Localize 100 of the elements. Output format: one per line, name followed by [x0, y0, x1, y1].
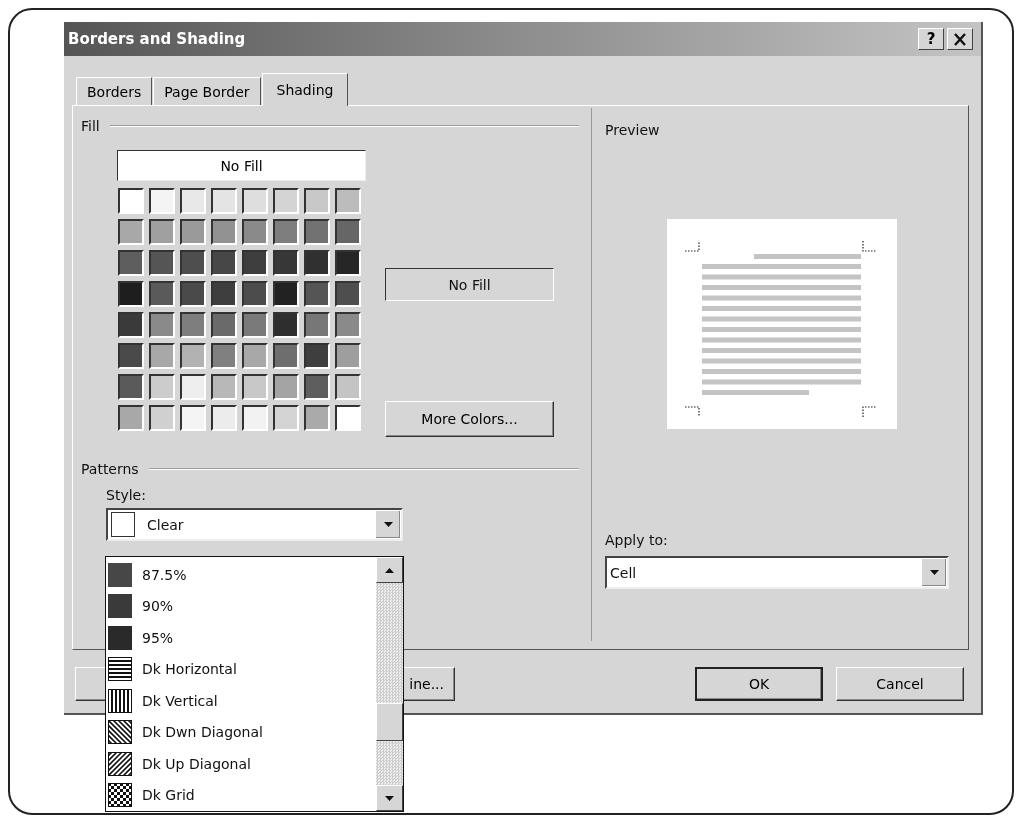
color-swatch[interactable] [180, 188, 206, 214]
pattern-swatch-icon [108, 688, 132, 713]
color-swatch[interactable] [273, 405, 299, 431]
list-item[interactable]: 95% [108, 622, 376, 654]
color-swatch[interactable] [211, 250, 237, 276]
color-swatch[interactable] [211, 188, 237, 214]
down-arrow-icon [385, 795, 394, 801]
list-item[interactable]: Dk Vertical [108, 685, 376, 717]
color-swatch[interactable] [273, 312, 299, 338]
more-colors-button[interactable]: More Colors... [385, 401, 554, 437]
color-swatch[interactable] [180, 312, 206, 338]
list-item[interactable]: 90% [108, 590, 376, 622]
no-fill-button[interactable]: No Fill [117, 150, 366, 181]
list-item[interactable]: 87.5% [108, 559, 376, 591]
current-fill-display: No Fill [385, 268, 554, 301]
color-swatch[interactable] [273, 281, 299, 307]
field-label: Style: [106, 487, 147, 503]
tab[interactable]: Shading [261, 73, 349, 106]
color-swatch[interactable] [149, 219, 175, 245]
color-swatch[interactable] [211, 343, 237, 369]
color-swatch[interactable] [242, 281, 268, 307]
color-swatch[interactable] [149, 374, 175, 400]
pattern-swatch-icon [108, 720, 132, 745]
color-swatch[interactable] [149, 188, 175, 214]
color-swatch[interactable] [242, 343, 268, 369]
color-swatch[interactable] [335, 312, 361, 338]
color-swatch[interactable] [304, 374, 330, 400]
color-swatch[interactable] [118, 250, 144, 276]
dialog-button[interactable]: Cancel [836, 667, 964, 701]
dialog-button[interactable]: OK [695, 667, 823, 701]
color-swatch[interactable] [211, 219, 237, 245]
color-swatch[interactable] [304, 250, 330, 276]
scroll-down-button[interactable] [376, 785, 403, 811]
list-item[interactable]: Dk Dwn Diagonal [108, 716, 376, 748]
group-label: Fill [81, 118, 100, 134]
pattern-swatch-icon [108, 657, 132, 682]
color-swatch[interactable] [273, 219, 299, 245]
color-swatch[interactable] [211, 281, 237, 307]
close-icon [953, 32, 967, 46]
list-item[interactable]: Dk Horizontal [108, 653, 376, 685]
color-swatch[interactable] [118, 188, 144, 214]
color-swatch[interactable] [335, 405, 361, 431]
color-swatch[interactable] [149, 343, 175, 369]
color-swatch[interactable] [304, 312, 330, 338]
color-swatch[interactable] [273, 250, 299, 276]
color-swatch[interactable] [211, 312, 237, 338]
color-swatch[interactable] [118, 281, 144, 307]
color-swatch[interactable] [149, 312, 175, 338]
color-swatch[interactable] [118, 374, 144, 400]
field-label: Apply to: [605, 532, 669, 548]
color-swatch[interactable] [118, 343, 144, 369]
color-swatch[interactable] [273, 374, 299, 400]
color-swatch[interactable] [242, 405, 268, 431]
close-button[interactable] [947, 28, 973, 50]
color-swatch[interactable] [304, 219, 330, 245]
tab[interactable]: Page Border [153, 77, 261, 105]
color-swatch[interactable] [273, 343, 299, 369]
color-swatch[interactable] [304, 343, 330, 369]
color-swatch[interactable] [242, 219, 268, 245]
color-swatch[interactable] [118, 312, 144, 338]
color-swatch[interactable] [304, 281, 330, 307]
color-swatch[interactable] [211, 374, 237, 400]
list-item[interactable]: Dk Up Diagonal [108, 748, 376, 780]
color-swatch[interactable] [149, 281, 175, 307]
color-swatch[interactable] [242, 312, 268, 338]
color-swatch[interactable] [335, 281, 361, 307]
color-swatch[interactable] [118, 219, 144, 245]
color-swatch[interactable] [149, 405, 175, 431]
color-swatch[interactable] [180, 343, 206, 369]
scrollbar-track[interactable] [376, 557, 403, 811]
color-swatch[interactable] [211, 405, 237, 431]
apply-to-dropdown[interactable]: Cell [605, 556, 949, 589]
color-swatch[interactable] [304, 188, 330, 214]
color-swatch[interactable] [335, 343, 361, 369]
color-swatch[interactable] [242, 374, 268, 400]
color-swatch[interactable] [242, 250, 268, 276]
style-dropdown[interactable]: Clear [106, 508, 403, 541]
list-item[interactable]: Dk Grid [108, 779, 376, 811]
color-swatch[interactable] [335, 374, 361, 400]
color-swatch[interactable] [304, 405, 330, 431]
color-swatch[interactable] [180, 374, 206, 400]
color-swatch[interactable] [242, 188, 268, 214]
color-swatch[interactable] [335, 250, 361, 276]
color-swatch[interactable] [273, 188, 299, 214]
swatch-icon [111, 512, 135, 537]
color-swatch[interactable] [180, 219, 206, 245]
color-swatch[interactable] [180, 405, 206, 431]
color-swatch[interactable] [118, 405, 144, 431]
color-swatch[interactable] [335, 188, 361, 214]
group-label: Patterns [81, 461, 139, 477]
color-swatch[interactable] [335, 219, 361, 245]
group-label: Preview [605, 122, 661, 138]
scroll-up-button[interactable] [376, 557, 403, 583]
tab[interactable]: Borders [76, 77, 153, 105]
pattern-swatch-icon [108, 783, 132, 808]
help-button[interactable]: ? [918, 28, 944, 50]
color-swatch[interactable] [180, 281, 206, 307]
color-swatch[interactable] [180, 250, 206, 276]
color-swatch[interactable] [149, 250, 175, 276]
scroll-thumb[interactable] [376, 703, 403, 741]
